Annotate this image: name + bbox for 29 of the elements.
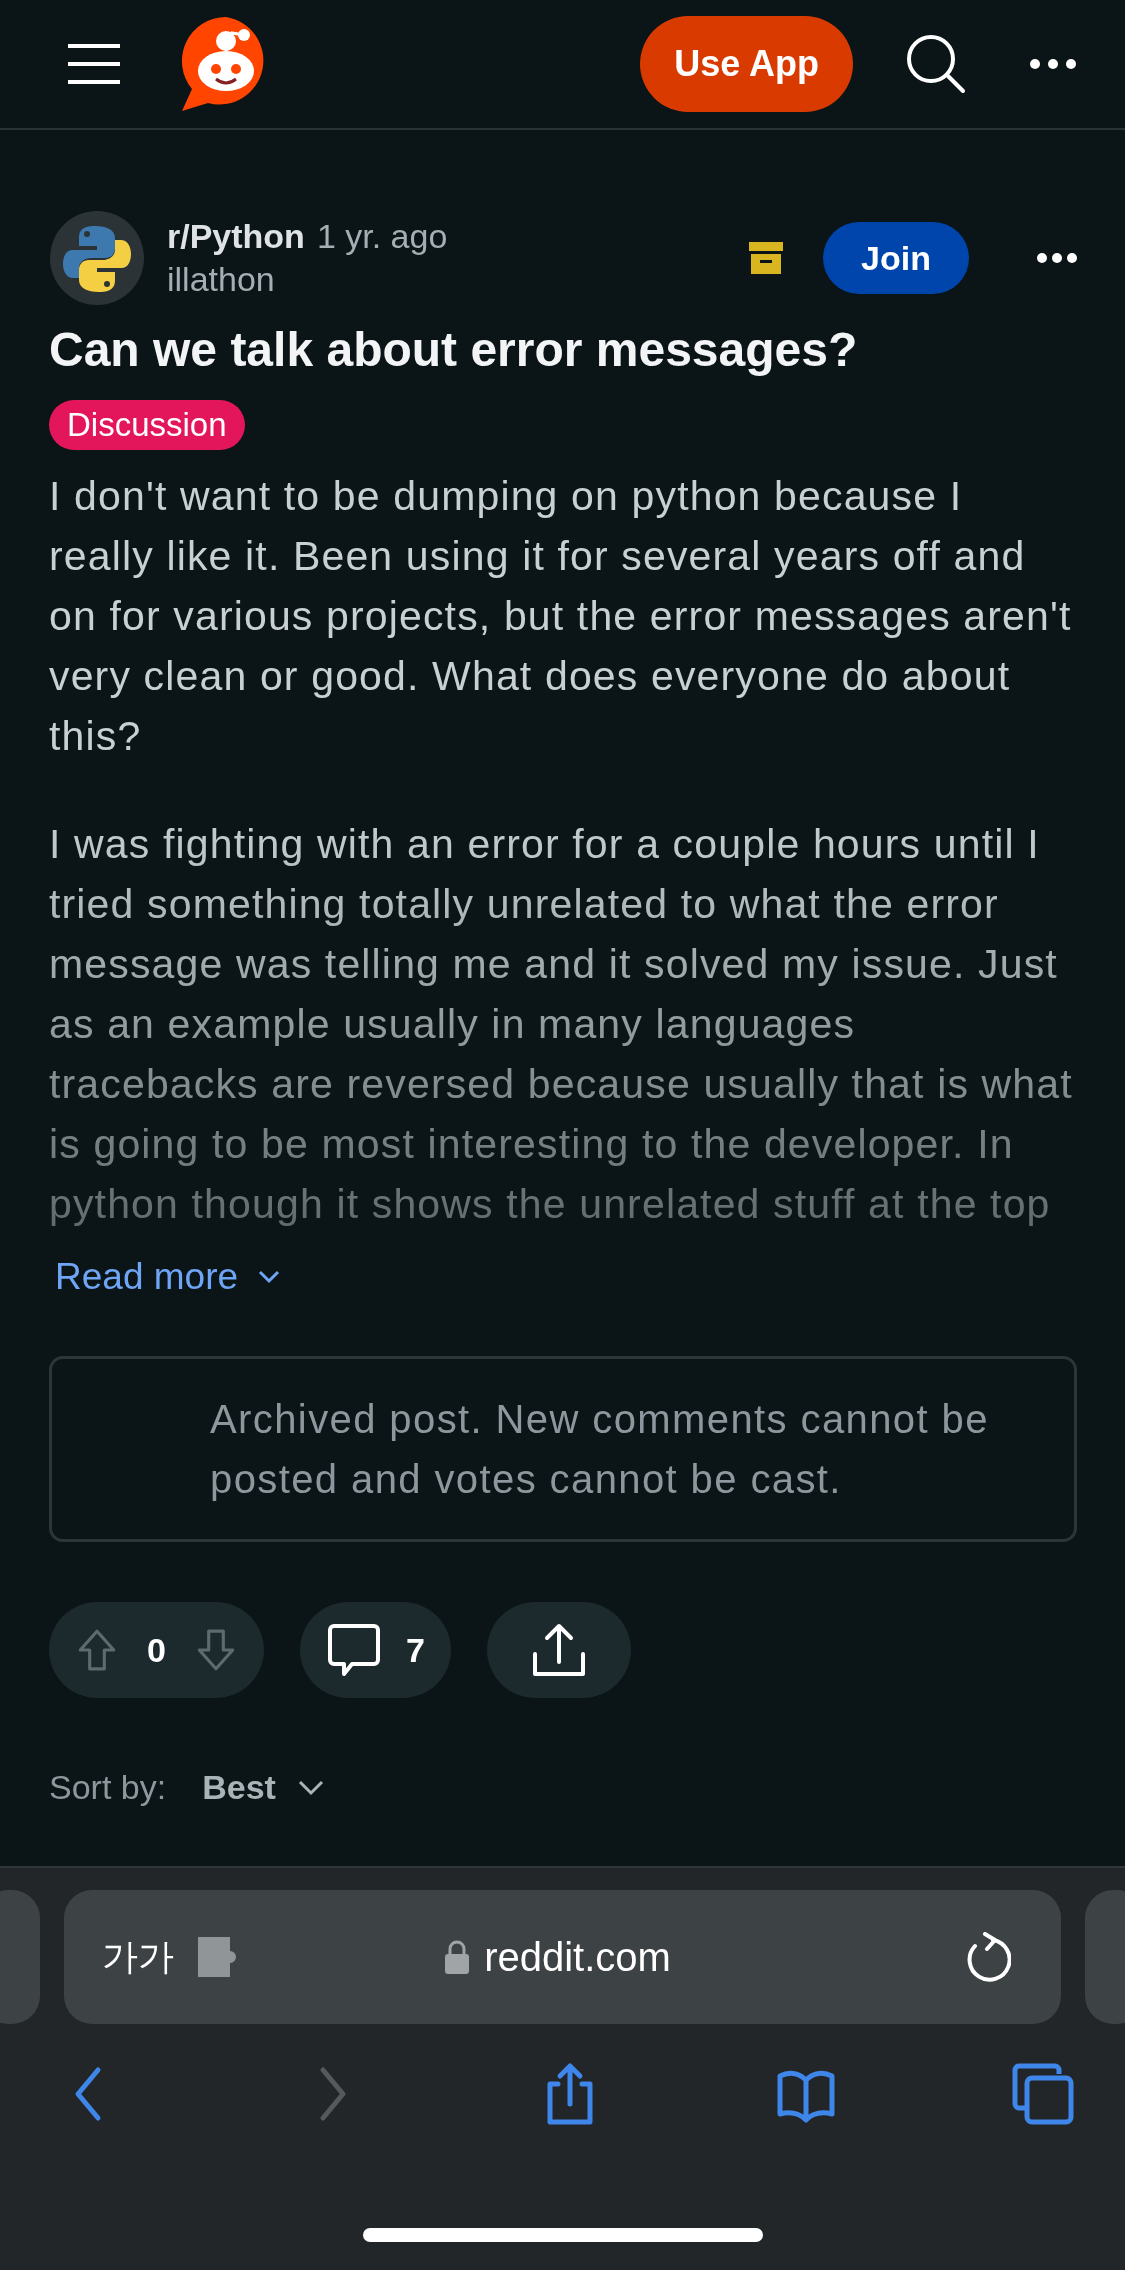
- post-title: Can we talk about error messages?: [49, 322, 859, 378]
- vote-count: 0: [147, 1630, 166, 1670]
- search-icon[interactable]: [905, 33, 967, 95]
- lock-icon: [444, 1940, 471, 1974]
- post-paragraph: I don't want to be dumping on python because I really like it. Been using it for several years off and on for various projects, but the error messages aren't very clean or good. What does everyone do about this?: [49, 472, 1073, 761]
- text-size-button[interactable]: 가가: [102, 1932, 174, 1982]
- sort-label: Sort by:: [49, 1768, 167, 1807]
- sort-dropdown[interactable]: Best: [202, 1768, 324, 1807]
- url-text: reddit.com: [484, 1934, 671, 1980]
- comments-button[interactable]: 7: [299, 1602, 451, 1698]
- subreddit-name[interactable]: r/Python: [167, 217, 305, 256]
- use-app-button[interactable]: Use App: [640, 16, 853, 112]
- more-icon[interactable]: [1037, 253, 1077, 263]
- more-icon[interactable]: [1029, 58, 1077, 70]
- archived-notice: Archived post. New comments cannot be posted and votes cannot be cast.: [49, 1356, 1077, 1542]
- chevron-down-icon: [297, 1779, 324, 1796]
- post-age: 1 yr. ago: [316, 217, 448, 256]
- share-icon: [530, 1622, 587, 1678]
- read-more-link[interactable]: Read more: [55, 1256, 281, 1298]
- python-logo-icon[interactable]: [49, 210, 145, 306]
- address-bar[interactable]: 가가 reddit.com: [64, 1890, 1061, 2024]
- speech-bubble-icon: [325, 1622, 382, 1678]
- chevron-down-icon: [258, 1270, 281, 1284]
- join-button[interactable]: Join: [823, 222, 969, 294]
- author-name[interactable]: illathon: [167, 260, 728, 299]
- post-paragraph: I was fighting with an error for a couple hours until I tried something totally unrelated to what the error message was telling me and it solved my issue. Just as an example usually in many languages tracebacks are reversed because usually that is what is going to be most interesting to the developer. In python though it shows the unrelated stuff at the top: [49, 820, 1074, 1229]
- menu-icon[interactable]: [66, 43, 122, 85]
- tabs-icon[interactable]: [1011, 2062, 1075, 2126]
- flair-tag: Discussion: [49, 400, 245, 450]
